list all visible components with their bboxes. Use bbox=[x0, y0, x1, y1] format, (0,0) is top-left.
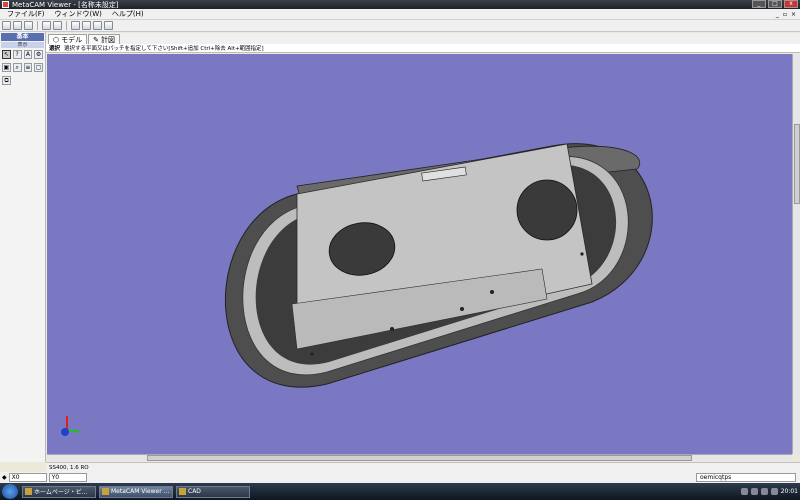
hint-bar: 選択 選択する平面又はパッチを指定して下さい[Shift+追加 Ctrl+除去 … bbox=[46, 44, 800, 53]
clock[interactable]: 20:01 bbox=[781, 488, 798, 495]
text-icon[interactable]: A bbox=[23, 50, 33, 59]
tab-label: モデル bbox=[61, 35, 83, 44]
panel-header[interactable]: 基本 bbox=[1, 33, 44, 41]
toolbar bbox=[0, 20, 800, 32]
material-status: SS400, 1.6 RO bbox=[49, 464, 89, 471]
mdi-close-icon[interactable]: × bbox=[791, 11, 796, 18]
query-icon[interactable]: ? bbox=[12, 50, 22, 59]
preview-icon[interactable] bbox=[53, 21, 62, 30]
tree-icon[interactable] bbox=[104, 21, 113, 30]
hint-text: 選択する平面又はパッチを指定して下さい[Shift+追加 Ctrl+除去 Alt… bbox=[64, 46, 264, 52]
print-icon[interactable] bbox=[42, 21, 51, 30]
pointer-icon[interactable]: ↖ bbox=[2, 50, 11, 59]
coordinate-bar: ◆ X0 Y0 oemicqtps bbox=[0, 472, 800, 483]
model-canvas[interactable] bbox=[47, 54, 792, 454]
copy-icon[interactable]: ⧉ bbox=[2, 76, 11, 85]
status-right-field: oemicqtps bbox=[696, 473, 796, 482]
list-icon[interactable]: ≡ bbox=[23, 63, 33, 72]
mounting-hole bbox=[580, 252, 584, 256]
network-icon[interactable] bbox=[770, 488, 778, 495]
task-label: CAD bbox=[188, 488, 201, 495]
select-icon[interactable] bbox=[82, 21, 91, 30]
axis-triad bbox=[61, 416, 82, 436]
hint-label: 選択 bbox=[49, 46, 61, 52]
model-icon: ⬡ bbox=[53, 35, 60, 44]
mdi-restore-icon[interactable]: ▫ bbox=[783, 11, 787, 18]
measure-icon[interactable] bbox=[93, 21, 102, 30]
task-label: ホームページ・ビ... bbox=[34, 489, 88, 496]
taskbar-item-cad[interactable]: CAD bbox=[176, 485, 250, 498]
vertical-scrollbar[interactable] bbox=[792, 54, 800, 454]
mounting-hole bbox=[390, 327, 394, 331]
title-bar: MetaCAM Viewer - [名称未設定] _ □ x bbox=[0, 0, 800, 9]
status-bar: SS400, 1.6 RO bbox=[46, 462, 800, 472]
mdi-minimize-icon[interactable]: _ bbox=[776, 11, 779, 18]
volume-icon[interactable] bbox=[760, 488, 768, 495]
3d-viewport[interactable] bbox=[47, 54, 792, 454]
layers-icon[interactable] bbox=[24, 21, 33, 30]
menu-window[interactable]: ウィンドウ(W) bbox=[50, 9, 107, 19]
box-icon[interactable]: ▢ bbox=[34, 63, 43, 72]
browser-icon bbox=[25, 488, 32, 495]
material-icon[interactable] bbox=[13, 21, 22, 30]
tab-model[interactable]: ⬡ モデル bbox=[48, 34, 88, 44]
toolbar-separator bbox=[66, 21, 67, 30]
x-coordinate: X0 bbox=[8, 473, 47, 482]
y-coordinate: Y0 bbox=[48, 473, 87, 482]
left-tool-panel: 基本 表示 ↖ ? A ⚙ ▣ ⌕ ≡ ▢ ⧉ bbox=[0, 32, 46, 462]
close-button[interactable]: x bbox=[784, 0, 798, 8]
view-icon[interactable] bbox=[71, 21, 80, 30]
tab-label: 計図 bbox=[101, 35, 115, 44]
menu-help[interactable]: ヘルプ(H) bbox=[107, 9, 149, 19]
tray-icon[interactable] bbox=[740, 488, 748, 495]
maximize-button[interactable]: □ bbox=[768, 0, 782, 8]
pencil-icon: ✎ bbox=[93, 35, 99, 44]
window-icon[interactable]: ▣ bbox=[2, 63, 11, 72]
system-tray: 20:01 bbox=[740, 485, 798, 498]
taskbar-item-metacam[interactable]: MetaCAM Viewer ... bbox=[99, 485, 173, 498]
minimize-button[interactable]: _ bbox=[752, 0, 766, 8]
scroll-thumb[interactable] bbox=[794, 124, 800, 204]
menu-bar: ファイル(F) ウィンドウ(W) ヘルプ(H) _ ▫ × bbox=[0, 9, 800, 20]
open-icon[interactable] bbox=[2, 21, 11, 30]
folder-icon bbox=[179, 488, 186, 495]
app-icon bbox=[2, 1, 9, 8]
gear-icon[interactable]: ⚙ bbox=[34, 50, 43, 59]
view-tabs: ⬡ モデル ✎ 計図 bbox=[46, 33, 800, 44]
tray-icon[interactable] bbox=[750, 488, 758, 495]
toolbar-separator bbox=[37, 21, 38, 30]
right-speaker-cutout bbox=[516, 179, 578, 241]
zoom-icon[interactable]: ⌕ bbox=[12, 63, 22, 72]
metacam-icon bbox=[102, 488, 109, 495]
horizontal-scrollbar[interactable] bbox=[47, 454, 792, 461]
menu-file[interactable]: ファイル(F) bbox=[2, 9, 50, 19]
start-button[interactable] bbox=[2, 484, 18, 499]
taskbar: ホームページ・ビ... MetaCAM Viewer ... CAD 20:01 bbox=[0, 483, 800, 500]
mounting-hole bbox=[460, 307, 464, 311]
scroll-thumb[interactable] bbox=[147, 455, 692, 461]
taskbar-item-browser[interactable]: ホームページ・ビ... bbox=[22, 485, 96, 498]
mounting-hole bbox=[490, 290, 494, 294]
app-small-icon: ◆ bbox=[2, 474, 7, 481]
mounting-hole bbox=[310, 352, 314, 356]
task-label: MetaCAM Viewer ... bbox=[111, 488, 170, 495]
tab-drawing[interactable]: ✎ 計図 bbox=[88, 34, 120, 44]
